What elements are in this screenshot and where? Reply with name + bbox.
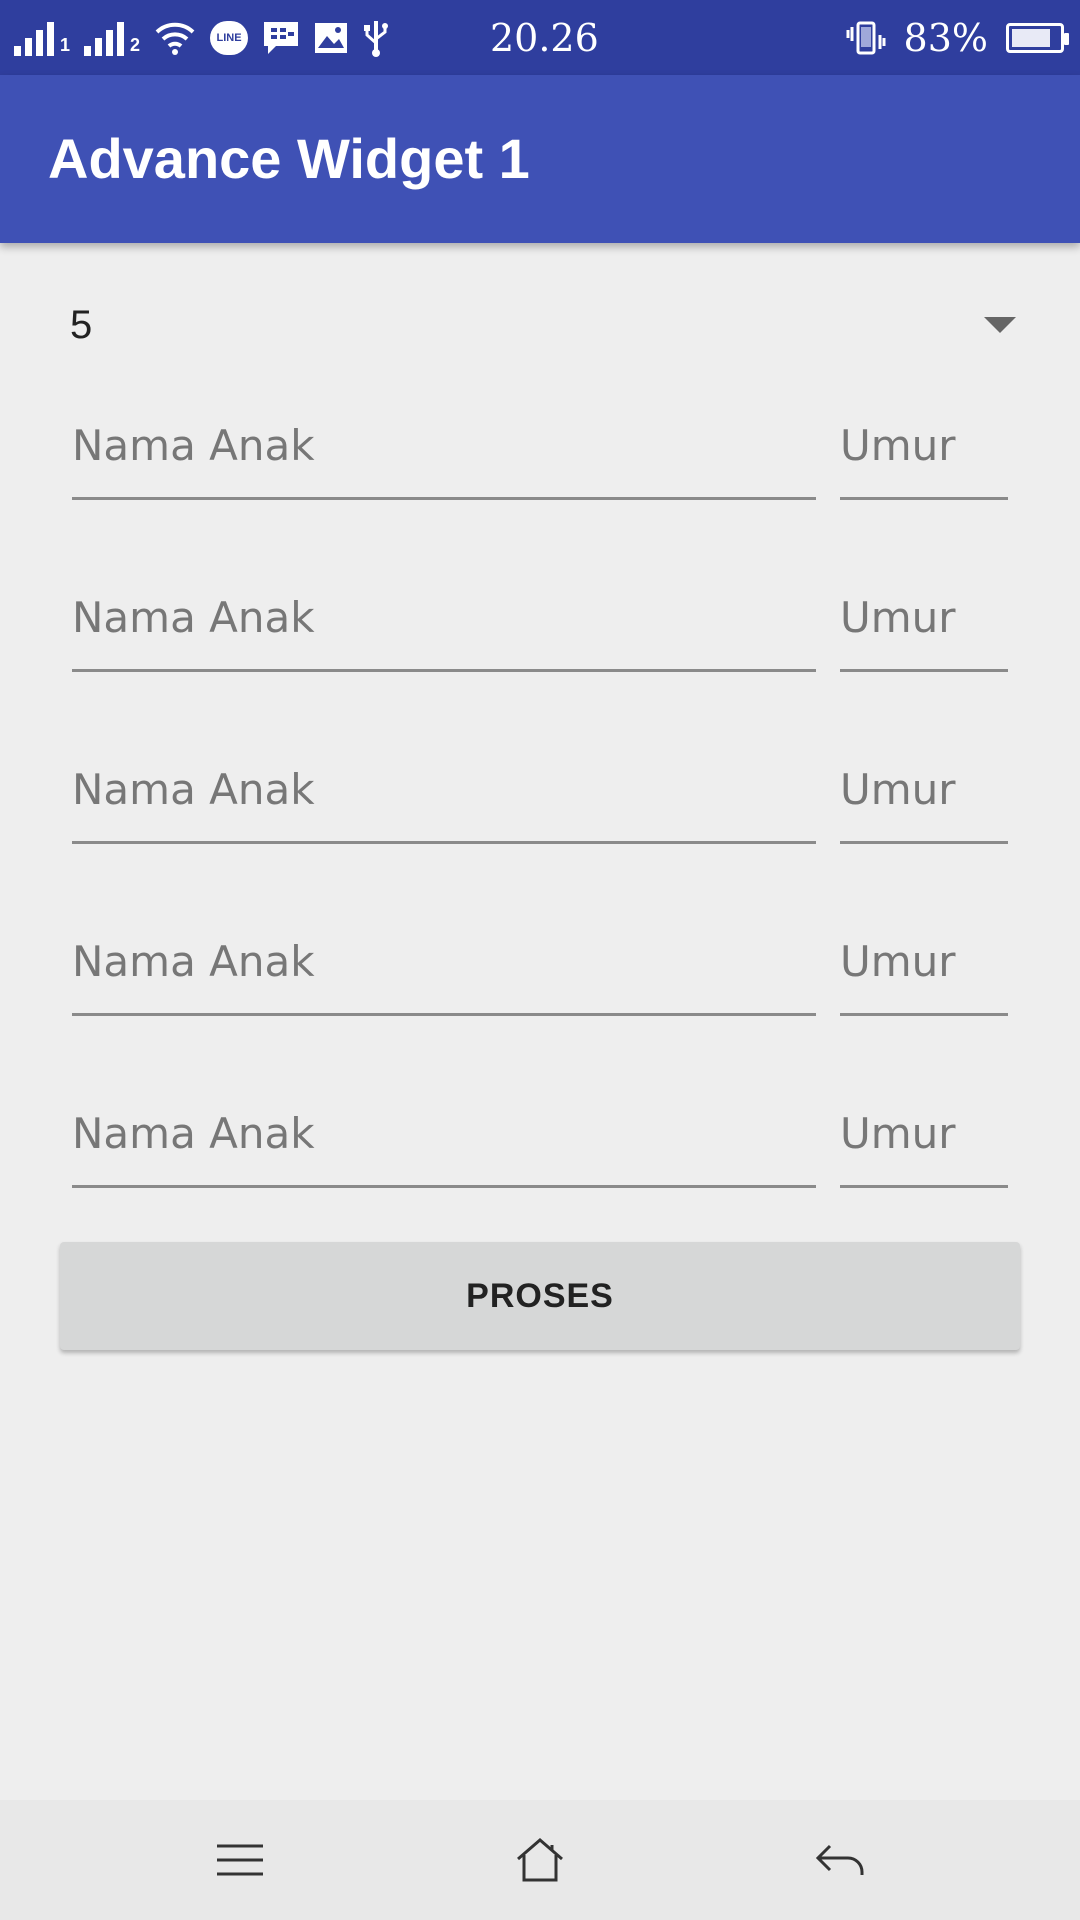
battery-icon (1006, 23, 1069, 53)
signal-sim2-icon: 2 (84, 20, 140, 56)
child-age-input[interactable] (840, 572, 1008, 672)
menu-icon (217, 1844, 263, 1876)
usb-icon (364, 21, 389, 57)
back-icon (815, 1844, 864, 1875)
child-row (0, 916, 1080, 1016)
status-icons-right: 83% (846, 14, 1069, 62)
proses-button[interactable]: PROSES (60, 1242, 1020, 1350)
gallery-icon (315, 23, 348, 53)
battery-fill (1012, 29, 1051, 47)
child-name-input[interactable] (72, 744, 816, 844)
home-button[interactable] (500, 1830, 580, 1890)
status-icons-left: 1 2 LINE (14, 14, 390, 62)
clock: 20.26 (490, 16, 599, 60)
sim1-label: 1 (60, 35, 71, 55)
child-name-input[interactable] (72, 1088, 816, 1188)
child-age-input[interactable] (840, 744, 1008, 844)
child-row (0, 400, 1080, 500)
home-icon (517, 1838, 563, 1882)
sim2-label: 2 (130, 35, 141, 55)
line-label: LINE (216, 32, 242, 44)
child-row (0, 572, 1080, 672)
child-row (0, 1088, 1080, 1188)
child-row (0, 744, 1080, 844)
child-age-input[interactable] (840, 1088, 1008, 1188)
child-name-input[interactable] (72, 400, 816, 500)
line-app-icon: LINE (210, 21, 249, 55)
child-age-input[interactable] (840, 400, 1008, 500)
spinner-value: 5 (70, 303, 93, 347)
page-title: Advance Widget 1 (48, 127, 530, 190)
count-spinner[interactable]: 5 (48, 290, 1032, 360)
back-button[interactable] (800, 1830, 880, 1890)
dropdown-arrow-icon (984, 317, 1016, 333)
menu-button[interactable] (200, 1830, 280, 1890)
status-bar: 1 2 LINE 20.26 83% (0, 0, 1080, 75)
child-name-input[interactable] (72, 916, 816, 1016)
battery-percent: 83% (903, 16, 988, 60)
child-name-input[interactable] (72, 572, 816, 672)
navigation-bar (0, 1800, 1080, 1920)
child-age-input[interactable] (840, 916, 1008, 1016)
signal-sim1-icon: 1 (14, 20, 70, 56)
bbm-icon (264, 22, 299, 54)
app-bar: Advance Widget 1 (0, 75, 1080, 243)
vibrate-icon (846, 21, 886, 55)
wifi-icon (155, 22, 195, 55)
